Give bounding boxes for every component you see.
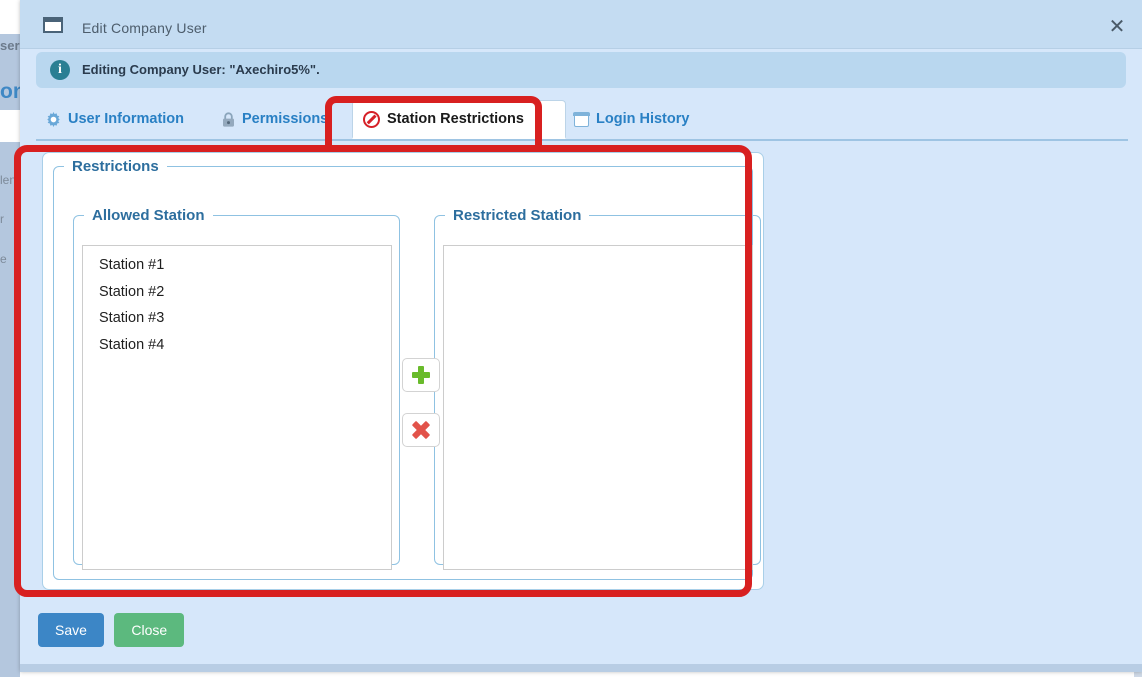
info-banner: i Editing Company User: "Axechiro5%".: [36, 52, 1126, 88]
dialog-titlebar: Edit Company User ✕: [20, 0, 1142, 49]
info-icon: i: [50, 60, 70, 80]
no-entry-icon: [363, 111, 380, 128]
window-icon: [43, 17, 63, 33]
background-left-white-top: [0, 0, 20, 34]
allowed-station-item[interactable]: Station #3: [83, 305, 391, 332]
restrictions-group: Restrictions Allowed Station Station #1S…: [53, 158, 753, 580]
allowed-station-item[interactable]: Station #2: [83, 279, 391, 306]
allowed-station-listbox[interactable]: Station #1Station #2Station #3Station #4: [82, 245, 392, 570]
lock-icon: [222, 112, 235, 127]
restricted-station-group: Restricted Station: [434, 207, 761, 565]
tab-label: Station Restrictions: [387, 112, 524, 127]
dialog-bottom-bar: [20, 664, 1142, 672]
remove-station-button[interactable]: [402, 413, 440, 447]
background-fragment-4: e: [0, 252, 20, 266]
tab-user-information[interactable]: User Information: [36, 100, 196, 139]
background-fragment-0: ser: [0, 38, 20, 53]
dialog-title: Edit Company User: [82, 20, 207, 36]
plus-icon: [412, 366, 430, 384]
tab-label: User Information: [68, 112, 184, 127]
tab-station-restrictions[interactable]: Station Restrictions: [352, 100, 566, 139]
tab-label: Permissions: [242, 112, 328, 127]
save-button[interactable]: Save: [38, 613, 104, 647]
station-restrictions-panel: Restrictions Allowed Station Station #1S…: [42, 152, 764, 590]
tab-bar: User Information Permissions Station Restr…: [36, 100, 1128, 141]
gear-icon: [46, 112, 61, 127]
add-station-button[interactable]: [402, 358, 440, 392]
tab-label: Login History: [596, 112, 689, 127]
allowed-station-item[interactable]: Station #1: [83, 252, 391, 279]
allowed-station-legend: Allowed Station: [84, 207, 213, 224]
info-message: Editing Company User: "Axechiro5%".: [82, 62, 320, 77]
transfer-button-stack: [402, 358, 442, 468]
calendar-icon: [574, 113, 589, 127]
allowed-station-item[interactable]: Station #4: [83, 332, 391, 359]
tab-login-history[interactable]: Login History: [564, 100, 714, 139]
background-left-white-bottom: [0, 540, 20, 677]
dialog-footer: Save Close: [38, 613, 190, 647]
restricted-station-legend: Restricted Station: [445, 207, 589, 224]
allowed-station-group: Allowed Station Station #1Station #2Stat…: [73, 207, 400, 565]
restrictions-group-legend: Restrictions: [64, 158, 167, 175]
background-fragment-1: on: [0, 80, 20, 104]
close-icon[interactable]: ✕: [1104, 13, 1130, 39]
cross-icon: [412, 421, 430, 439]
background-fragment-2: len: [0, 173, 20, 187]
background-fragment-3: r: [0, 212, 20, 226]
close-button[interactable]: Close: [114, 613, 184, 647]
tab-permissions[interactable]: Permissions: [212, 100, 350, 139]
restricted-station-listbox[interactable]: [443, 245, 753, 570]
background-left-white-mid: [0, 110, 20, 142]
edit-company-user-dialog: Edit Company User ✕ i Editing Company Us…: [20, 0, 1142, 672]
